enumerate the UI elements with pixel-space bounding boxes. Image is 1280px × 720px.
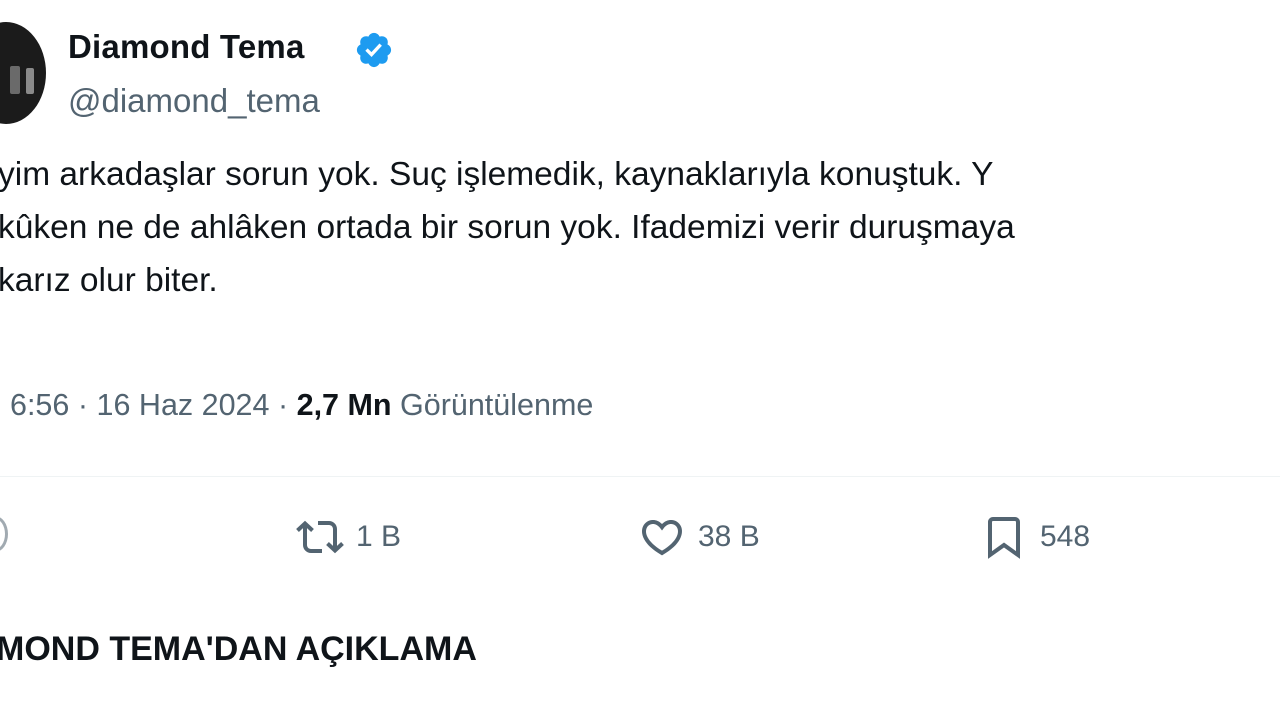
tweet-time[interactable]: 6:56 — [10, 388, 69, 422]
meta-separator: · — [277, 388, 289, 422]
display-name[interactable]: Diamond Tema — [68, 28, 305, 66]
reply-icon[interactable] — [0, 516, 8, 552]
avatar-mark — [10, 66, 20, 94]
retweet-button[interactable]: 1 B — [296, 512, 401, 562]
meta-separator: · — [77, 388, 89, 422]
article-headline: MOND TEMA'DAN AÇIKLAMA — [0, 630, 477, 668]
retweet-count: 1 B — [356, 520, 402, 553]
tweet-date[interactable]: 16 Haz 2024 — [97, 388, 270, 422]
views-label: Görüntülenme — [400, 388, 594, 422]
verified-badge-icon — [356, 32, 392, 68]
avatar[interactable] — [0, 22, 46, 124]
user-handle[interactable]: @diamond_tema — [68, 82, 320, 120]
avatar-mark — [26, 68, 34, 94]
tweet-text-line: karız olur biter. — [0, 262, 218, 299]
tweet-text-line: kûken ne de ahlâken ortada bir sorun yok… — [0, 209, 1015, 246]
retweet-icon — [296, 520, 344, 554]
tweet-text: yim arkadaşlar sorun yok. Suç işlemedik,… — [0, 148, 1280, 307]
heart-icon — [641, 520, 683, 556]
tweet-text-line: yim arkadaşlar sorun yok. Suç işlemedik,… — [0, 156, 994, 193]
divider — [0, 476, 1280, 477]
bookmark-count: 548 — [1040, 520, 1091, 553]
views-count: 2,7 Mn — [296, 388, 392, 422]
bookmark-button[interactable]: 548 — [980, 512, 1090, 562]
bookmark-icon — [988, 517, 1020, 559]
tweet-meta: 6:56 · 16 Haz 2024 · 2,7 Mn Görüntülenme — [10, 388, 593, 423]
like-count: 38 B — [698, 520, 760, 553]
like-button[interactable]: 38 B — [638, 512, 760, 562]
